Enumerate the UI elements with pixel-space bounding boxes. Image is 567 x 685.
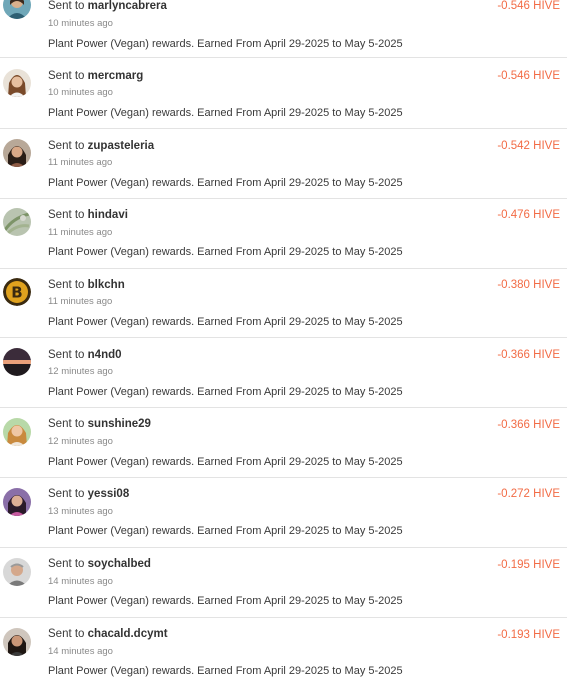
transfer-description: Sent to n4nd0 xyxy=(48,349,122,361)
transfer-memo: Plant Power (Vegan) rewards. Earned From… xyxy=(48,177,403,189)
transfer-amount: -0.193 HIVE xyxy=(497,629,560,641)
avatar[interactable]: B xyxy=(3,278,31,306)
recipient-username-link[interactable]: hindavi xyxy=(88,209,128,221)
sent-to-label: Sent to xyxy=(48,558,85,570)
transfer-description: Sent to zupasteleria xyxy=(48,140,154,152)
transfer-amount: -0.546 HIVE xyxy=(497,70,560,82)
recipient-username-link[interactable]: sunshine29 xyxy=(88,418,151,430)
sent-to-label: Sent to xyxy=(48,279,85,291)
transfer-amount: -0.366 HIVE xyxy=(497,419,560,431)
transfer-row: Sent to n4nd0 12 minutes ago Plant Power… xyxy=(0,338,567,408)
transfer-memo: Plant Power (Vegan) rewards. Earned From… xyxy=(48,386,403,398)
transfer-description: Sent to soychalbed xyxy=(48,558,151,570)
timestamp: 11 minutes ago xyxy=(48,157,113,168)
timestamp: 12 minutes ago xyxy=(48,436,113,447)
transfer-row: Sent to chacald.dcymt 14 minutes ago Pla… xyxy=(0,618,567,685)
recipient-username-link[interactable]: zupasteleria xyxy=(88,140,154,152)
avatar[interactable] xyxy=(3,69,31,97)
transfer-description: Sent to blkchn xyxy=(48,279,125,291)
timestamp: 12 minutes ago xyxy=(48,366,113,377)
recipient-username-link[interactable]: marlyncabrera xyxy=(88,0,167,12)
avatar[interactable] xyxy=(3,208,31,236)
avatar[interactable] xyxy=(3,139,31,167)
transfer-amount: -0.542 HIVE xyxy=(497,140,560,152)
transfer-memo: Plant Power (Vegan) rewards. Earned From… xyxy=(48,525,403,537)
timestamp: 14 minutes ago xyxy=(48,576,113,587)
timestamp: 10 minutes ago xyxy=(48,18,113,29)
timestamp: 13 minutes ago xyxy=(48,506,113,517)
transfer-amount: -0.272 HIVE xyxy=(497,488,560,500)
transfer-history-list: Sent to marlyncabrera 10 minutes ago Pla… xyxy=(0,0,567,685)
svg-text:B: B xyxy=(11,284,22,302)
transfer-row: Sent to marlyncabrera 10 minutes ago Pla… xyxy=(0,0,567,58)
transfer-row: Sent to soychalbed 14 minutes ago Plant … xyxy=(0,548,567,618)
transfer-amount: -0.380 HIVE xyxy=(497,279,560,291)
transfer-description: Sent to chacald.dcymt xyxy=(48,628,168,640)
recipient-username-link[interactable]: n4nd0 xyxy=(88,349,122,361)
transfer-amount: -0.366 HIVE xyxy=(497,349,560,361)
transfer-row: Sent to zupasteleria 11 minutes ago Plan… xyxy=(0,129,567,199)
sent-to-label: Sent to xyxy=(48,628,85,640)
transfer-description: Sent to hindavi xyxy=(48,209,128,221)
avatar[interactable] xyxy=(3,0,31,19)
transfer-amount: -0.195 HIVE xyxy=(497,559,560,571)
recipient-username-link[interactable]: soychalbed xyxy=(88,558,151,570)
sent-to-label: Sent to xyxy=(48,418,85,430)
sent-to-label: Sent to xyxy=(48,0,85,12)
avatar[interactable] xyxy=(3,418,31,446)
transfer-memo: Plant Power (Vegan) rewards. Earned From… xyxy=(48,38,403,50)
transfer-memo: Plant Power (Vegan) rewards. Earned From… xyxy=(48,595,403,607)
transfer-row: Sent to yessi08 13 minutes ago Plant Pow… xyxy=(0,478,567,548)
transfer-row: Sent to hindavi 11 minutes ago Plant Pow… xyxy=(0,199,567,269)
transfer-row: B Sent to blkchn 11 minutes ago Plant Po… xyxy=(0,268,567,338)
timestamp: 11 minutes ago xyxy=(48,296,113,307)
transfer-description: Sent to marlyncabrera xyxy=(48,0,167,12)
transfer-row: Sent to sunshine29 12 minutes ago Plant … xyxy=(0,408,567,478)
sent-to-label: Sent to xyxy=(48,488,85,500)
recipient-username-link[interactable]: blkchn xyxy=(88,279,125,291)
transfer-description: Sent to yessi08 xyxy=(48,488,129,500)
recipient-username-link[interactable]: mercmarg xyxy=(88,70,144,82)
timestamp: 10 minutes ago xyxy=(48,87,113,98)
avatar[interactable] xyxy=(3,488,31,516)
transfer-row: Sent to mercmarg 10 minutes ago Plant Po… xyxy=(0,59,567,129)
transfer-description: Sent to mercmarg xyxy=(48,70,143,82)
transfer-memo: Plant Power (Vegan) rewards. Earned From… xyxy=(48,107,403,119)
sent-to-label: Sent to xyxy=(48,209,85,221)
sent-to-label: Sent to xyxy=(48,349,85,361)
sent-to-label: Sent to xyxy=(48,70,85,82)
recipient-username-link[interactable]: yessi08 xyxy=(88,488,130,500)
avatar[interactable] xyxy=(3,348,31,376)
transfer-memo: Plant Power (Vegan) rewards. Earned From… xyxy=(48,456,403,468)
transfer-memo: Plant Power (Vegan) rewards. Earned From… xyxy=(48,316,403,328)
recipient-username-link[interactable]: chacald.dcymt xyxy=(88,628,168,640)
transfer-amount: -0.546 HIVE xyxy=(497,0,560,12)
transfer-amount: -0.476 HIVE xyxy=(497,209,560,221)
timestamp: 11 minutes ago xyxy=(48,227,113,238)
transfer-memo: Plant Power (Vegan) rewards. Earned From… xyxy=(48,665,403,677)
sent-to-label: Sent to xyxy=(48,140,85,152)
transfer-memo: Plant Power (Vegan) rewards. Earned From… xyxy=(48,246,403,258)
avatar[interactable] xyxy=(3,628,31,656)
transfer-description: Sent to sunshine29 xyxy=(48,418,151,430)
timestamp: 14 minutes ago xyxy=(48,646,113,657)
avatar[interactable] xyxy=(3,558,31,586)
